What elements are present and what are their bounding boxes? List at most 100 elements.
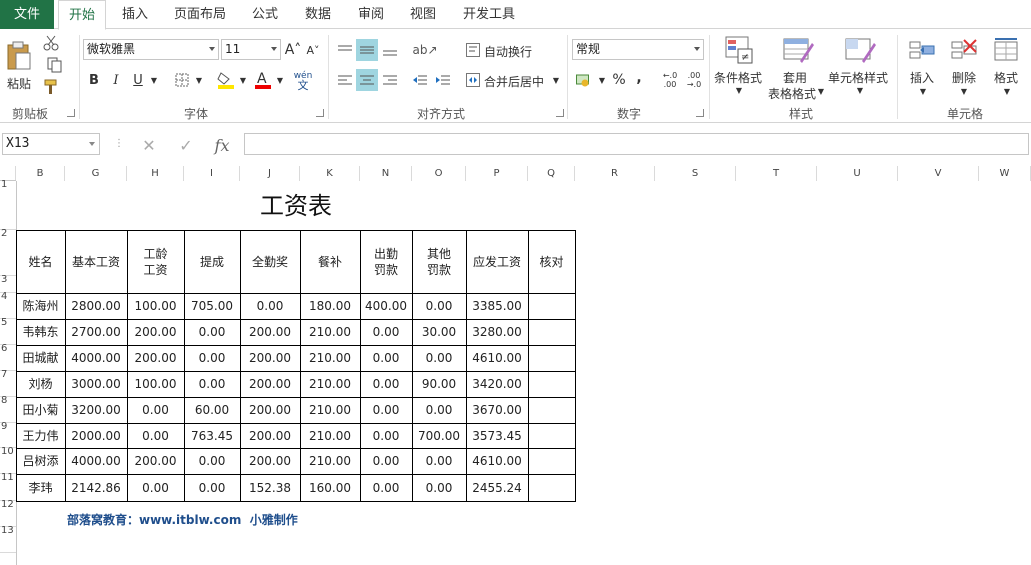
decrease-decimal-icon[interactable]: .00 →.0 [684,69,704,91]
tab-page-layout[interactable]: 页面布局 [166,0,234,29]
table-cell[interactable]: 2000.00 [65,423,128,449]
table-cell[interactable]: 200.00 [127,345,185,372]
chevron-down-icon[interactable]: ▼ [959,86,969,96]
percent-button[interactable]: % [611,69,627,91]
formula-input[interactable] [244,133,1029,155]
tab-formulas[interactable]: 公式 [244,0,286,29]
table-cell[interactable] [528,319,576,346]
table-header-cell[interactable]: 工龄 工资 [127,230,185,294]
table-cell[interactable]: 210.00 [300,397,361,424]
table-cell[interactable]: 705.00 [184,293,241,320]
align-left-icon[interactable] [335,69,355,91]
table-cell[interactable]: 3385.00 [466,293,529,320]
table-cell[interactable]: 0.00 [360,397,413,424]
table-cell[interactable]: 0.00 [412,293,467,320]
table-header-cell[interactable]: 全勤奖 [240,230,301,294]
table-cell[interactable]: 210.00 [300,371,361,398]
table-cell[interactable]: 0.00 [184,448,241,475]
column-header[interactable]: K [300,166,360,181]
tab-view[interactable]: 视图 [402,0,444,29]
tab-home[interactable]: 开始 [58,0,106,30]
increase-indent-icon[interactable] [433,69,453,91]
table-header-cell[interactable]: 其他 罚款 [412,230,467,294]
format-painter-button[interactable] [40,77,62,97]
table-cell[interactable]: 180.00 [300,293,361,320]
font-size-select[interactable]: 11 [221,39,281,60]
table-cell[interactable]: 2142.86 [65,474,128,502]
table-cell[interactable] [528,448,576,475]
number-format-select[interactable]: 常规 [572,39,704,60]
font-color-button[interactable]: A [252,69,274,91]
table-cell[interactable]: 0.00 [184,319,241,346]
font-launcher-icon[interactable] [316,109,324,117]
chevron-down-icon[interactable]: ▼ [550,70,562,90]
tab-review[interactable]: 审阅 [350,0,392,29]
table-header-cell[interactable]: 基本工资 [65,230,128,294]
table-cell[interactable]: 2700.00 [65,319,128,346]
format-as-table-button[interactable]: 套用 [783,69,807,86]
table-cell[interactable]: 152.38 [240,474,301,502]
cut-button[interactable] [40,33,62,53]
increase-decimal-icon[interactable]: ←.0.00 [660,69,680,91]
table-cell[interactable]: 200.00 [240,448,301,475]
table-cell[interactable]: 2455.24 [466,474,529,502]
table-cell[interactable]: 700.00 [412,423,467,449]
chevron-down-icon[interactable]: ▼ [148,70,160,90]
table-cell[interactable]: 4000.00 [65,345,128,372]
table-header-cell[interactable]: 核对 [528,230,576,294]
chevron-down-icon[interactable]: ▼ [734,85,744,95]
column-header[interactable]: V [898,166,979,181]
align-middle-icon[interactable] [356,39,378,61]
table-cell[interactable]: 刘杨 [16,371,66,398]
table-cell[interactable]: 200.00 [240,319,301,346]
table-cell[interactable]: 0.00 [360,474,413,502]
table-cell[interactable] [528,423,576,449]
insert-cells-icon[interactable] [906,33,938,67]
table-cell[interactable]: 210.00 [300,448,361,475]
orientation-icon[interactable]: ab↗ [410,39,440,61]
table-cell[interactable]: 30.00 [412,319,467,346]
enter-icon[interactable]: ✓ [171,134,201,156]
table-cell[interactable]: 3200.00 [65,397,128,424]
accounting-format-icon[interactable] [574,69,596,91]
borders-button[interactable] [172,70,192,90]
column-header[interactable]: O [412,166,466,181]
table-cell[interactable]: 210.00 [300,319,361,346]
table-cell[interactable]: 210.00 [300,345,361,372]
shrink-font-icon[interactable]: A˅ [304,41,322,60]
chevron-down-icon[interactable]: ▼ [1002,86,1012,96]
table-cell[interactable]: 400.00 [360,293,413,320]
chevron-down-icon[interactable]: ▼ [816,86,826,96]
format-cells-button[interactable]: 格式 [994,69,1018,86]
merge-center-button[interactable]: 合并后居中 [484,73,544,90]
column-header[interactable]: N [360,166,412,181]
table-header-cell[interactable]: 提成 [184,230,241,294]
table-cell[interactable]: 0.00 [412,448,467,475]
table-cell[interactable]: 763.45 [184,423,241,449]
table-cell[interactable]: 60.00 [184,397,241,424]
table-cell[interactable]: 0.00 [360,345,413,372]
column-header[interactable]: I [184,166,240,181]
table-cell[interactable]: 0.00 [412,397,467,424]
format-as-table-icon[interactable] [780,33,816,67]
underline-button[interactable]: U [129,70,147,90]
cell-styles-button[interactable]: 单元格样式 [828,69,888,86]
column-header[interactable]: U [817,166,898,181]
table-cell[interactable]: 0.00 [127,474,185,502]
chevron-down-icon[interactable]: ▼ [194,70,204,90]
insert-function-icon[interactable]: fx [208,134,236,156]
clipboard-launcher-icon[interactable] [67,109,75,117]
table-cell[interactable]: 0.00 [240,293,301,320]
table-cell[interactable]: 0.00 [412,345,467,372]
table-cell[interactable]: 200.00 [240,423,301,449]
table-cell[interactable]: 吕树添 [16,448,66,475]
table-cell[interactable]: 200.00 [240,397,301,424]
conditional-format-icon[interactable]: ≠ [722,33,758,67]
table-cell[interactable]: 陈海州 [16,293,66,320]
align-bottom-icon[interactable] [380,39,400,61]
table-cell[interactable]: 4000.00 [65,448,128,475]
table-cell[interactable]: 210.00 [300,423,361,449]
table-header-cell[interactable]: 姓名 [16,230,66,294]
merge-center-icon[interactable] [464,69,482,91]
table-cell[interactable]: 王力伟 [16,423,66,449]
